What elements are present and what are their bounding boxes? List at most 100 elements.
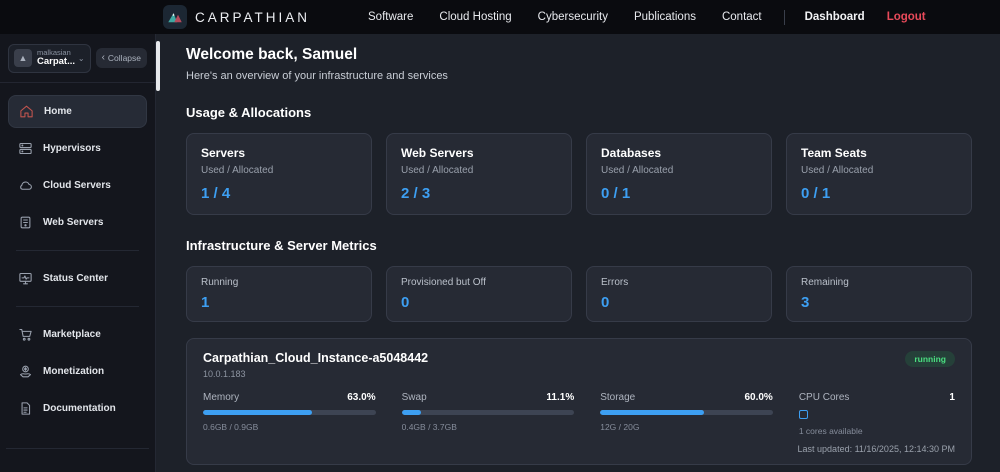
org-avatar: ▲ — [14, 49, 32, 68]
sidebar-item-label: Hypervisors — [43, 142, 101, 154]
sidebar-item-cloud-servers[interactable]: Cloud Servers — [8, 169, 147, 202]
cpu-core-icon — [798, 410, 808, 419]
chevron-left-icon: ‹ — [101, 52, 105, 64]
sidebar-collapse-button[interactable]: ‹ Collapse — [95, 48, 147, 69]
sidebar-item-label: Monetization — [43, 365, 105, 377]
org-name: Carpat... — [37, 56, 76, 68]
progress-bar — [203, 410, 376, 415]
meter-detail: 0.4GB / 3.7GB — [401, 422, 457, 432]
nav-logout[interactable]: Logout — [887, 11, 926, 23]
card-value: 3 — [801, 294, 810, 311]
card-label: Provisioned but Off — [401, 277, 486, 288]
sidebar: ▲ malkasian Carpat... ⌄ ‹ Collapse Home — [0, 34, 156, 472]
usage-card-grid: Servers Used / Allocated 1 / 4 Web Serve… — [186, 133, 972, 215]
scrollbar-thumb[interactable] — [156, 41, 160, 91]
card-value: 1 — [201, 294, 210, 311]
meter-label: Storage — [600, 392, 636, 403]
sidebar-item-documentation[interactable]: Documentation — [8, 392, 147, 425]
last-updated-text: Last updated: 11/16/2025, 12:14:30 PM — [797, 444, 955, 454]
card-label: Running — [201, 277, 239, 288]
status-monitor-icon — [17, 270, 33, 286]
sidebar-item-home[interactable]: Home — [8, 94, 147, 128]
sidebar-item-monetization[interactable]: Monetization — [8, 355, 147, 388]
metrics-card-grid: Running 1 Provisioned but Off 0 Errors 0… — [186, 266, 972, 322]
card-value: 1 / 4 — [201, 185, 231, 202]
cpu-cores-meter: CPU Cores 1 1 cores available — [798, 392, 955, 436]
sidebar-footer — [6, 448, 149, 472]
sidebar-divider — [16, 305, 139, 307]
meter-detail: 0.6GB / 0.9GB — [203, 422, 259, 432]
usage-section-title: Usage & Allocations — [186, 105, 312, 120]
card-title: Team Seats — [801, 146, 867, 160]
card-label: Remaining — [801, 277, 849, 288]
memory-meter: Memory 63.0% 0.6GB / 0.9GB — [203, 392, 376, 436]
sidebar-nav: Home Hypervisors Cloud Servers Web Serve… — [0, 83, 155, 472]
chevron-down-icon: ⌄ — [77, 53, 85, 63]
progress-fill — [401, 410, 421, 415]
top-navigation-bar: CARPATHIAN Software Cloud Hosting Cybers… — [0, 0, 1000, 34]
brand-logo-link[interactable]: CARPATHIAN — [163, 5, 310, 29]
account-row: ▲ malkasian Carpat... ⌄ ‹ Collapse — [0, 34, 155, 83]
meter-percent: 11.1% — [546, 392, 575, 403]
meter-detail: 12G / 20G — [600, 422, 640, 432]
page-subtitle: Here's an overview of your infrastructur… — [186, 70, 448, 82]
status-badge: running — [905, 351, 955, 367]
card-title: Servers — [201, 146, 246, 160]
top-nav: Software Cloud Hosting Cybersecurity Pub… — [368, 11, 762, 23]
storage-meter: Storage 60.0% 12G / 20G — [600, 392, 773, 436]
document-icon — [17, 400, 33, 416]
sidebar-item-label: Cloud Servers — [43, 179, 111, 191]
sidebar-item-marketplace[interactable]: Marketplace — [8, 318, 147, 351]
usage-card-databases: Databases Used / Allocated 0 / 1 — [586, 133, 772, 215]
web-server-icon — [17, 214, 33, 230]
card-subtitle: Used / Allocated — [601, 165, 674, 176]
nav-cloud-hosting[interactable]: Cloud Hosting — [439, 11, 511, 23]
sidebar-item-status-center[interactable]: Status Center — [8, 262, 147, 295]
meter-percent: 60.0% — [744, 392, 773, 403]
nav-cybersecurity[interactable]: Cybersecurity — [538, 11, 608, 23]
sidebar-item-label: Web Servers — [43, 216, 104, 228]
metric-card-running: Running 1 — [186, 266, 372, 322]
instance-header: Carpathian_Cloud_Instance-a5048442 10.0.… — [203, 351, 955, 379]
sidebar-item-web-servers[interactable]: Web Servers — [8, 206, 147, 239]
page-title: Welcome back, Samuel — [186, 46, 358, 63]
nav-contact[interactable]: Contact — [722, 11, 762, 23]
swap-meter: Swap 11.1% 0.4GB / 3.7GB — [401, 392, 575, 436]
nav-publications[interactable]: Publications — [634, 11, 696, 23]
metric-card-provisioned-off: Provisioned but Off 0 — [386, 266, 572, 322]
sidebar-item-label: Status Center — [43, 272, 109, 284]
meter-label: CPU Cores — [798, 392, 850, 403]
cpu-count: 1 — [949, 392, 955, 403]
usage-card-web-servers: Web Servers Used / Allocated 2 / 3 — [386, 133, 572, 215]
card-value: 0 — [601, 294, 610, 311]
progress-fill — [600, 410, 704, 415]
instance-card[interactable]: Carpathian_Cloud_Instance-a5048442 10.0.… — [186, 338, 972, 465]
meter-label: Memory — [203, 392, 240, 403]
meter-percent: 63.0% — [347, 392, 376, 403]
sidebar-item-hypervisors[interactable]: Hypervisors — [8, 132, 147, 165]
card-value: 0 / 1 — [801, 185, 831, 202]
org-switcher[interactable]: ▲ malkasian Carpat... ⌄ — [8, 44, 91, 73]
card-title: Web Servers — [401, 146, 474, 160]
instance-metrics: Memory 63.0% 0.6GB / 0.9GB Swap 11.1% 0.… — [203, 392, 955, 436]
card-value: 2 / 3 — [401, 185, 431, 202]
meter-label: Swap — [401, 392, 427, 403]
card-subtitle: Used / Allocated — [401, 165, 474, 176]
nav-software[interactable]: Software — [368, 11, 413, 23]
sidebar-divider — [16, 249, 139, 251]
sidebar-item-label: Documentation — [43, 402, 116, 414]
nav-dashboard[interactable]: Dashboard — [805, 11, 865, 23]
progress-bar — [401, 410, 575, 415]
progress-fill — [203, 410, 312, 415]
card-value: 0 — [401, 294, 410, 311]
metrics-section-title: Infrastructure & Server Metrics — [186, 238, 377, 253]
collapse-label: Collapse — [107, 53, 141, 64]
cpu-detail: 1 cores available — [798, 426, 863, 436]
monetization-icon — [17, 363, 33, 379]
instance-ip: 10.0.1.183 — [203, 369, 246, 379]
brand-name: CARPATHIAN — [195, 9, 311, 25]
usage-card-servers: Servers Used / Allocated 1 / 4 — [186, 133, 372, 215]
metric-card-remaining: Remaining 3 — [786, 266, 972, 322]
card-title: Databases — [601, 146, 662, 160]
card-value: 0 / 1 — [601, 185, 631, 202]
